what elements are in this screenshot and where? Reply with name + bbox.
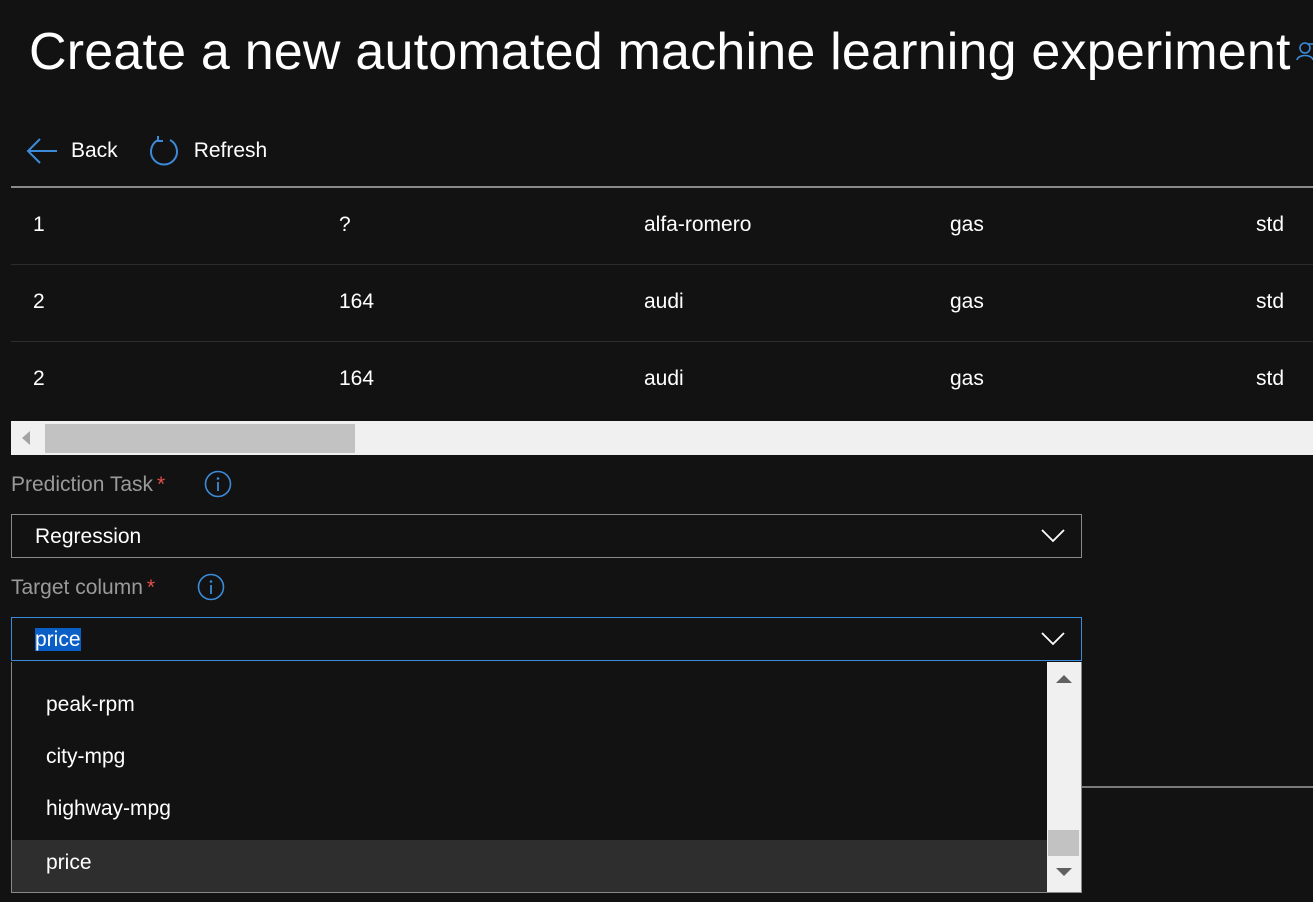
divider	[1082, 786, 1313, 788]
table-cell: ?	[339, 213, 351, 236]
table-cell: alfa-romero	[644, 213, 752, 236]
scroll-down-icon[interactable]	[1056, 868, 1072, 876]
scroll-left-icon[interactable]	[22, 431, 30, 445]
target-column-value[interactable]: price	[35, 618, 81, 661]
prediction-task-value: Regression	[35, 525, 142, 548]
vertical-scrollbar[interactable]	[1047, 662, 1081, 892]
table-row: 2 164 audi gas std	[11, 265, 1313, 342]
info-icon[interactable]	[197, 573, 225, 601]
refresh-icon	[149, 136, 178, 166]
table-cell: std	[1256, 213, 1285, 236]
option-item[interactable]: city-mpg	[12, 734, 1048, 786]
page-title: Create a new automated machine learning …	[29, 23, 1291, 81]
prediction-task-dropdown[interactable]: Regression	[11, 514, 1082, 558]
back-button[interactable]: Back	[25, 133, 118, 169]
arrow-left-icon	[26, 138, 57, 164]
table-cell: audi	[644, 367, 684, 390]
table-cell: 164	[339, 367, 375, 390]
user-icon[interactable]	[1294, 38, 1313, 68]
table-cell: audi	[644, 290, 684, 313]
required-marker: *	[146, 576, 156, 599]
required-marker: *	[157, 473, 166, 496]
table-cell: std	[1256, 290, 1285, 313]
table-cell: std	[1256, 367, 1285, 390]
target-column-label-text: Target column	[11, 576, 143, 599]
table-cell: 164	[339, 290, 375, 313]
command-bar: Back Refresh	[25, 133, 267, 169]
target-column-options[interactable]: ​ peak-rpm city-mpg highway-mpg price	[11, 662, 1082, 893]
data-preview-table: 1 ? alfa-romero gas std 2 164 audi gas s…	[11, 188, 1313, 419]
selected-text: price	[35, 628, 81, 651]
prediction-task-label-text: Prediction Task	[11, 473, 154, 496]
scrollbar-thumb[interactable]	[1048, 830, 1079, 856]
table-row: 1 ? alfa-romero gas std	[11, 188, 1313, 265]
table-cell: 1	[33, 213, 45, 236]
table-cell: gas	[950, 367, 984, 390]
table-cell: 2	[33, 290, 45, 313]
option-item-selected[interactable]: price	[12, 840, 1048, 892]
target-column-combobox[interactable]: price	[11, 617, 1082, 661]
horizontal-scrollbar[interactable]	[11, 421, 1313, 455]
back-label: Back	[71, 139, 118, 162]
info-icon[interactable]	[204, 470, 232, 498]
table-cell: gas	[950, 290, 984, 313]
prediction-task-label: Prediction Task *	[11, 473, 165, 497]
scrollbar-thumb[interactable]	[45, 424, 355, 453]
table-cell: gas	[950, 213, 984, 236]
option-item[interactable]: peak-rpm	[12, 682, 1048, 734]
refresh-button[interactable]: Refresh	[148, 133, 268, 169]
target-column-label: Target column *	[11, 576, 155, 600]
table-row: 2 164 audi gas std	[11, 342, 1313, 419]
option-item[interactable]: highway-mpg	[12, 786, 1048, 838]
table-cell: 2	[33, 367, 45, 390]
chevron-down-icon[interactable]	[1024, 515, 1081, 557]
chevron-down-icon[interactable]	[1024, 618, 1081, 660]
refresh-label: Refresh	[193, 139, 268, 162]
scroll-up-icon[interactable]	[1056, 675, 1072, 683]
